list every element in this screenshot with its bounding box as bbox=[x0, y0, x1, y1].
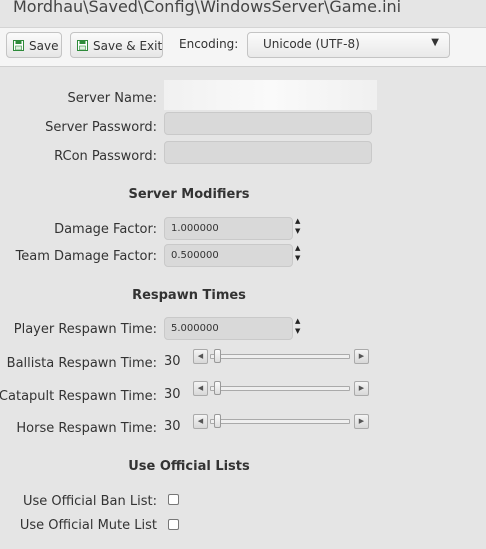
team-damage-factor-label: Team Damage Factor: bbox=[15, 249, 157, 264]
slider-thumb[interactable] bbox=[214, 381, 221, 395]
server-modifiers-heading: Server Modifiers bbox=[128, 187, 250, 202]
floppy-disk-icon bbox=[77, 40, 88, 51]
horse-respawn-value: 30 bbox=[164, 419, 181, 434]
ballista-respawn-value: 30 bbox=[164, 354, 181, 369]
spin-up-icon[interactable]: ▲ bbox=[295, 217, 304, 227]
slider-left-arrow-icon[interactable]: ◀ bbox=[193, 414, 208, 429]
chevron-down-icon: ▼ bbox=[431, 37, 439, 48]
slider-right-arrow-icon[interactable]: ▶ bbox=[354, 381, 369, 396]
damage-factor-input[interactable]: 1.000000 bbox=[164, 217, 293, 240]
team-damage-factor-spinner[interactable]: ▲ ▼ bbox=[295, 244, 304, 264]
spin-up-icon[interactable]: ▲ bbox=[295, 317, 304, 327]
ballista-respawn-slider[interactable] bbox=[210, 354, 350, 359]
official-ban-list-checkbox[interactable] bbox=[168, 494, 179, 505]
server-name-input[interactable] bbox=[164, 80, 377, 110]
slider-left-arrow-icon[interactable]: ◀ bbox=[193, 381, 208, 396]
official-mute-list-checkbox[interactable] bbox=[168, 519, 179, 530]
respawn-times-heading: Respawn Times bbox=[132, 288, 246, 303]
server-password-input[interactable] bbox=[164, 112, 372, 135]
player-respawn-label: Player Respawn Time: bbox=[13, 322, 157, 337]
save-and-exit-button[interactable]: Save & Exit bbox=[70, 32, 163, 58]
rcon-password-input[interactable] bbox=[164, 141, 372, 164]
team-damage-factor-input[interactable]: 0.500000 bbox=[164, 244, 293, 267]
slider-thumb[interactable] bbox=[214, 349, 221, 363]
floppy-disk-icon bbox=[13, 40, 24, 51]
official-ban-list-label: Use Official Ban List: bbox=[22, 494, 157, 509]
save-button-label: Save bbox=[29, 39, 59, 53]
slider-thumb[interactable] bbox=[214, 414, 221, 428]
encoding-value: Unicode (UTF-8) bbox=[263, 37, 360, 51]
catapult-respawn-value: 30 bbox=[164, 387, 181, 402]
save-button[interactable]: Save bbox=[6, 32, 62, 58]
player-respawn-spinner[interactable]: ▲ ▼ bbox=[295, 317, 304, 337]
server-name-label: Server Name: bbox=[67, 91, 158, 106]
official-lists-heading: Use Official Lists bbox=[128, 459, 250, 474]
catapult-respawn-slider[interactable] bbox=[210, 386, 350, 391]
spin-up-icon[interactable]: ▲ bbox=[295, 244, 304, 254]
slider-left-arrow-icon[interactable]: ◀ bbox=[193, 349, 208, 364]
spin-down-icon[interactable]: ▼ bbox=[295, 227, 304, 237]
encoding-select[interactable]: Unicode (UTF-8) ▼ bbox=[247, 32, 450, 58]
catapult-respawn-label: Catapult Respawn Time: bbox=[0, 389, 157, 404]
rcon-password-label: RCon Password: bbox=[54, 149, 157, 164]
horse-respawn-slider[interactable] bbox=[210, 419, 350, 424]
save-and-exit-label: Save & Exit bbox=[93, 39, 163, 53]
server-password-label: Server Password: bbox=[45, 120, 157, 135]
spin-down-icon[interactable]: ▼ bbox=[295, 327, 304, 337]
ballista-respawn-label: Ballista Respawn Time: bbox=[6, 356, 157, 371]
spin-down-icon[interactable]: ▼ bbox=[295, 254, 304, 264]
damage-factor-label: Damage Factor: bbox=[54, 222, 157, 237]
slider-right-arrow-icon[interactable]: ▶ bbox=[354, 349, 369, 364]
player-respawn-input[interactable]: 5.000000 bbox=[164, 317, 293, 340]
slider-right-arrow-icon[interactable]: ▶ bbox=[354, 414, 369, 429]
window-title: Mordhau\Saved\Config\WindowsServer\Game.… bbox=[13, 0, 402, 16]
damage-factor-spinner[interactable]: ▲ ▼ bbox=[295, 217, 304, 237]
encoding-label: Encoding: bbox=[179, 37, 239, 51]
official-mute-list-label: Use Official Mute List bbox=[19, 518, 157, 533]
horse-respawn-label: Horse Respawn Time: bbox=[16, 421, 157, 436]
